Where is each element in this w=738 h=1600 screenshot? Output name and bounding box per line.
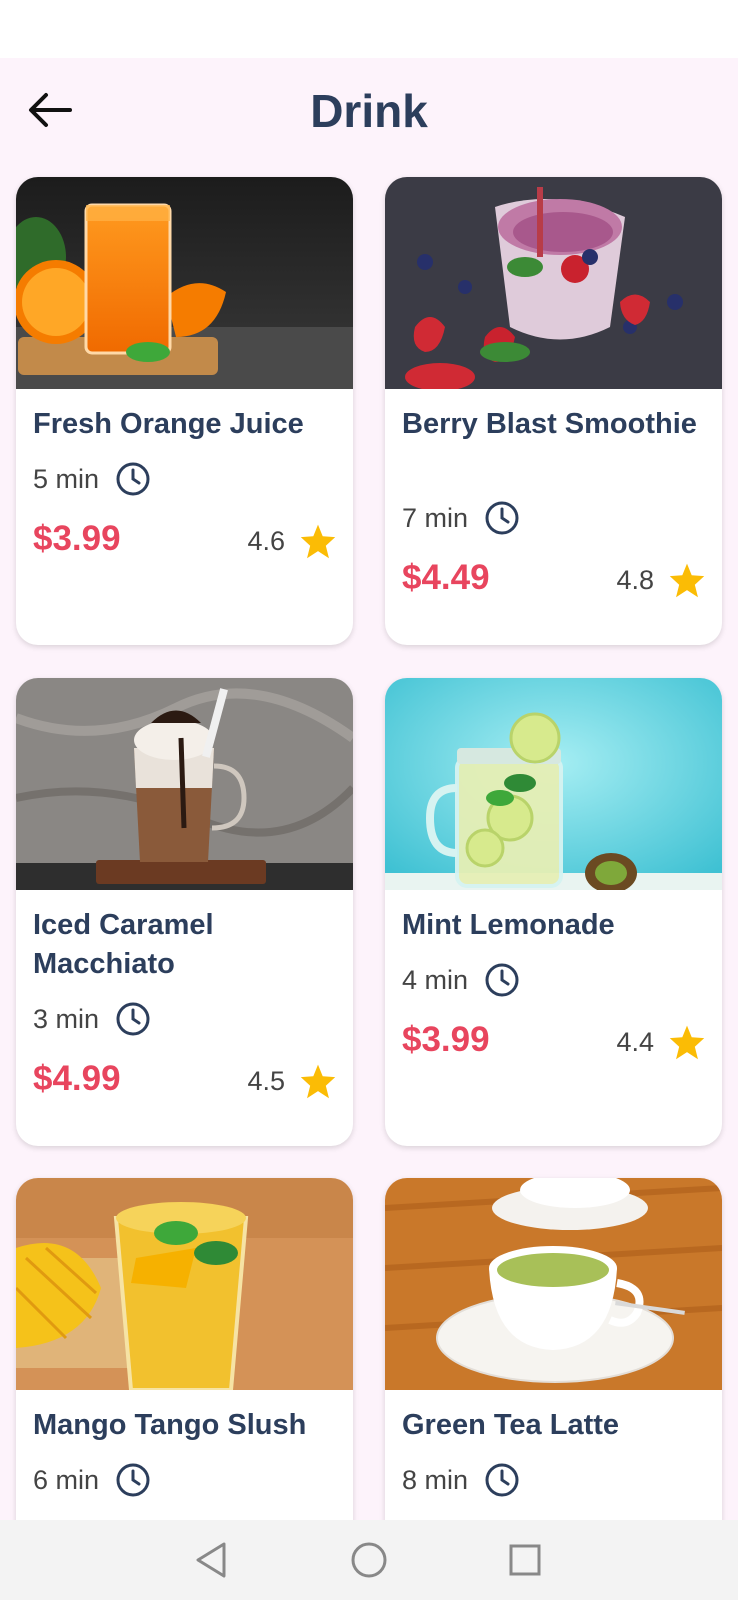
- drink-image-mango-slush: [16, 1178, 353, 1390]
- drink-rating: 4.6: [247, 523, 337, 559]
- prep-time-text: 4 min: [402, 964, 469, 995]
- prep-time: 8 min: [402, 1462, 520, 1498]
- clock-icon: [484, 1462, 520, 1498]
- drink-name: Mango Tango Slush: [33, 1409, 307, 1441]
- prep-time-text: 3 min: [33, 1003, 100, 1034]
- drink-name: Fresh Orange Juice: [33, 408, 304, 440]
- drink-image-berry-smoothie: [385, 177, 722, 389]
- prep-time-text: 5 min: [33, 463, 100, 494]
- star-icon: [668, 1024, 706, 1060]
- app-header: Drink: [0, 58, 738, 168]
- drink-rating: 4.8: [616, 562, 706, 598]
- drink-card-caramel-macchiato[interactable]: Iced Caramel Macchiato 3 min $4.99 4.5: [16, 678, 353, 1146]
- drink-card-mint-lemonade[interactable]: Mint Lemonade 4 min $3.99 4.4: [385, 678, 722, 1146]
- page-title: Drink: [310, 85, 428, 137]
- star-icon: [668, 562, 706, 598]
- triangle-back-icon: [193, 1541, 229, 1579]
- nav-home-button[interactable]: [349, 1540, 389, 1580]
- circle-home-icon: [350, 1541, 388, 1579]
- prep-time-text: 6 min: [33, 1464, 100, 1495]
- rating-value: 4.6: [247, 525, 285, 556]
- drink-image-green-tea-latte: [385, 1178, 722, 1390]
- drink-rating: 4.5: [247, 1063, 337, 1099]
- star-icon: [299, 523, 337, 559]
- prep-time: 7 min: [402, 500, 520, 536]
- prep-time: 6 min: [33, 1462, 151, 1498]
- drink-image-caramel-macchiato: [16, 678, 353, 890]
- drink-name: Berry Blast Smoothie: [402, 408, 697, 440]
- drink-name: Green Tea Latte: [402, 1409, 620, 1441]
- drink-image-mint-lemonade: [385, 678, 722, 890]
- drink-card-berry-smoothie[interactable]: Berry Blast Smoothie 7 min $4.49 4.8: [385, 177, 722, 645]
- drink-name: Mint Lemonade: [402, 909, 615, 941]
- drink-card-orange-juice[interactable]: Fresh Orange Juice 5 min $3.99 4.6: [16, 177, 353, 645]
- system-nav-bar: [0, 1520, 738, 1600]
- clock-icon: [484, 500, 520, 536]
- nav-recents-button[interactable]: [505, 1540, 545, 1580]
- drink-price: $3.99: [402, 1020, 490, 1059]
- drink-price: $4.99: [33, 1059, 121, 1098]
- prep-time: 3 min: [33, 1001, 151, 1037]
- drink-price: $3.99: [33, 519, 121, 558]
- drink-grid: Fresh Orange Juice 5 min $3.99 4.6 Berry…: [0, 0, 738, 1600]
- square-recents-icon: [508, 1543, 542, 1577]
- clock-icon: [484, 962, 520, 998]
- drink-name: Iced Caramel Macchiato: [33, 909, 214, 980]
- rating-value: 4.4: [616, 1026, 654, 1057]
- rating-value: 4.5: [247, 1065, 285, 1096]
- nav-back-button[interactable]: [191, 1540, 231, 1580]
- clock-icon: [115, 1001, 151, 1037]
- clock-icon: [115, 1462, 151, 1498]
- prep-time-text: 7 min: [402, 502, 469, 533]
- drink-rating: 4.4: [616, 1024, 706, 1060]
- drink-image-orange-juice: [16, 177, 353, 389]
- clock-icon: [115, 461, 151, 497]
- rating-value: 4.8: [616, 564, 654, 595]
- star-icon: [299, 1063, 337, 1099]
- prep-time: 5 min: [33, 461, 151, 497]
- prep-time-text: 8 min: [402, 1464, 469, 1495]
- prep-time: 4 min: [402, 962, 520, 998]
- drink-price: $4.49: [402, 558, 490, 597]
